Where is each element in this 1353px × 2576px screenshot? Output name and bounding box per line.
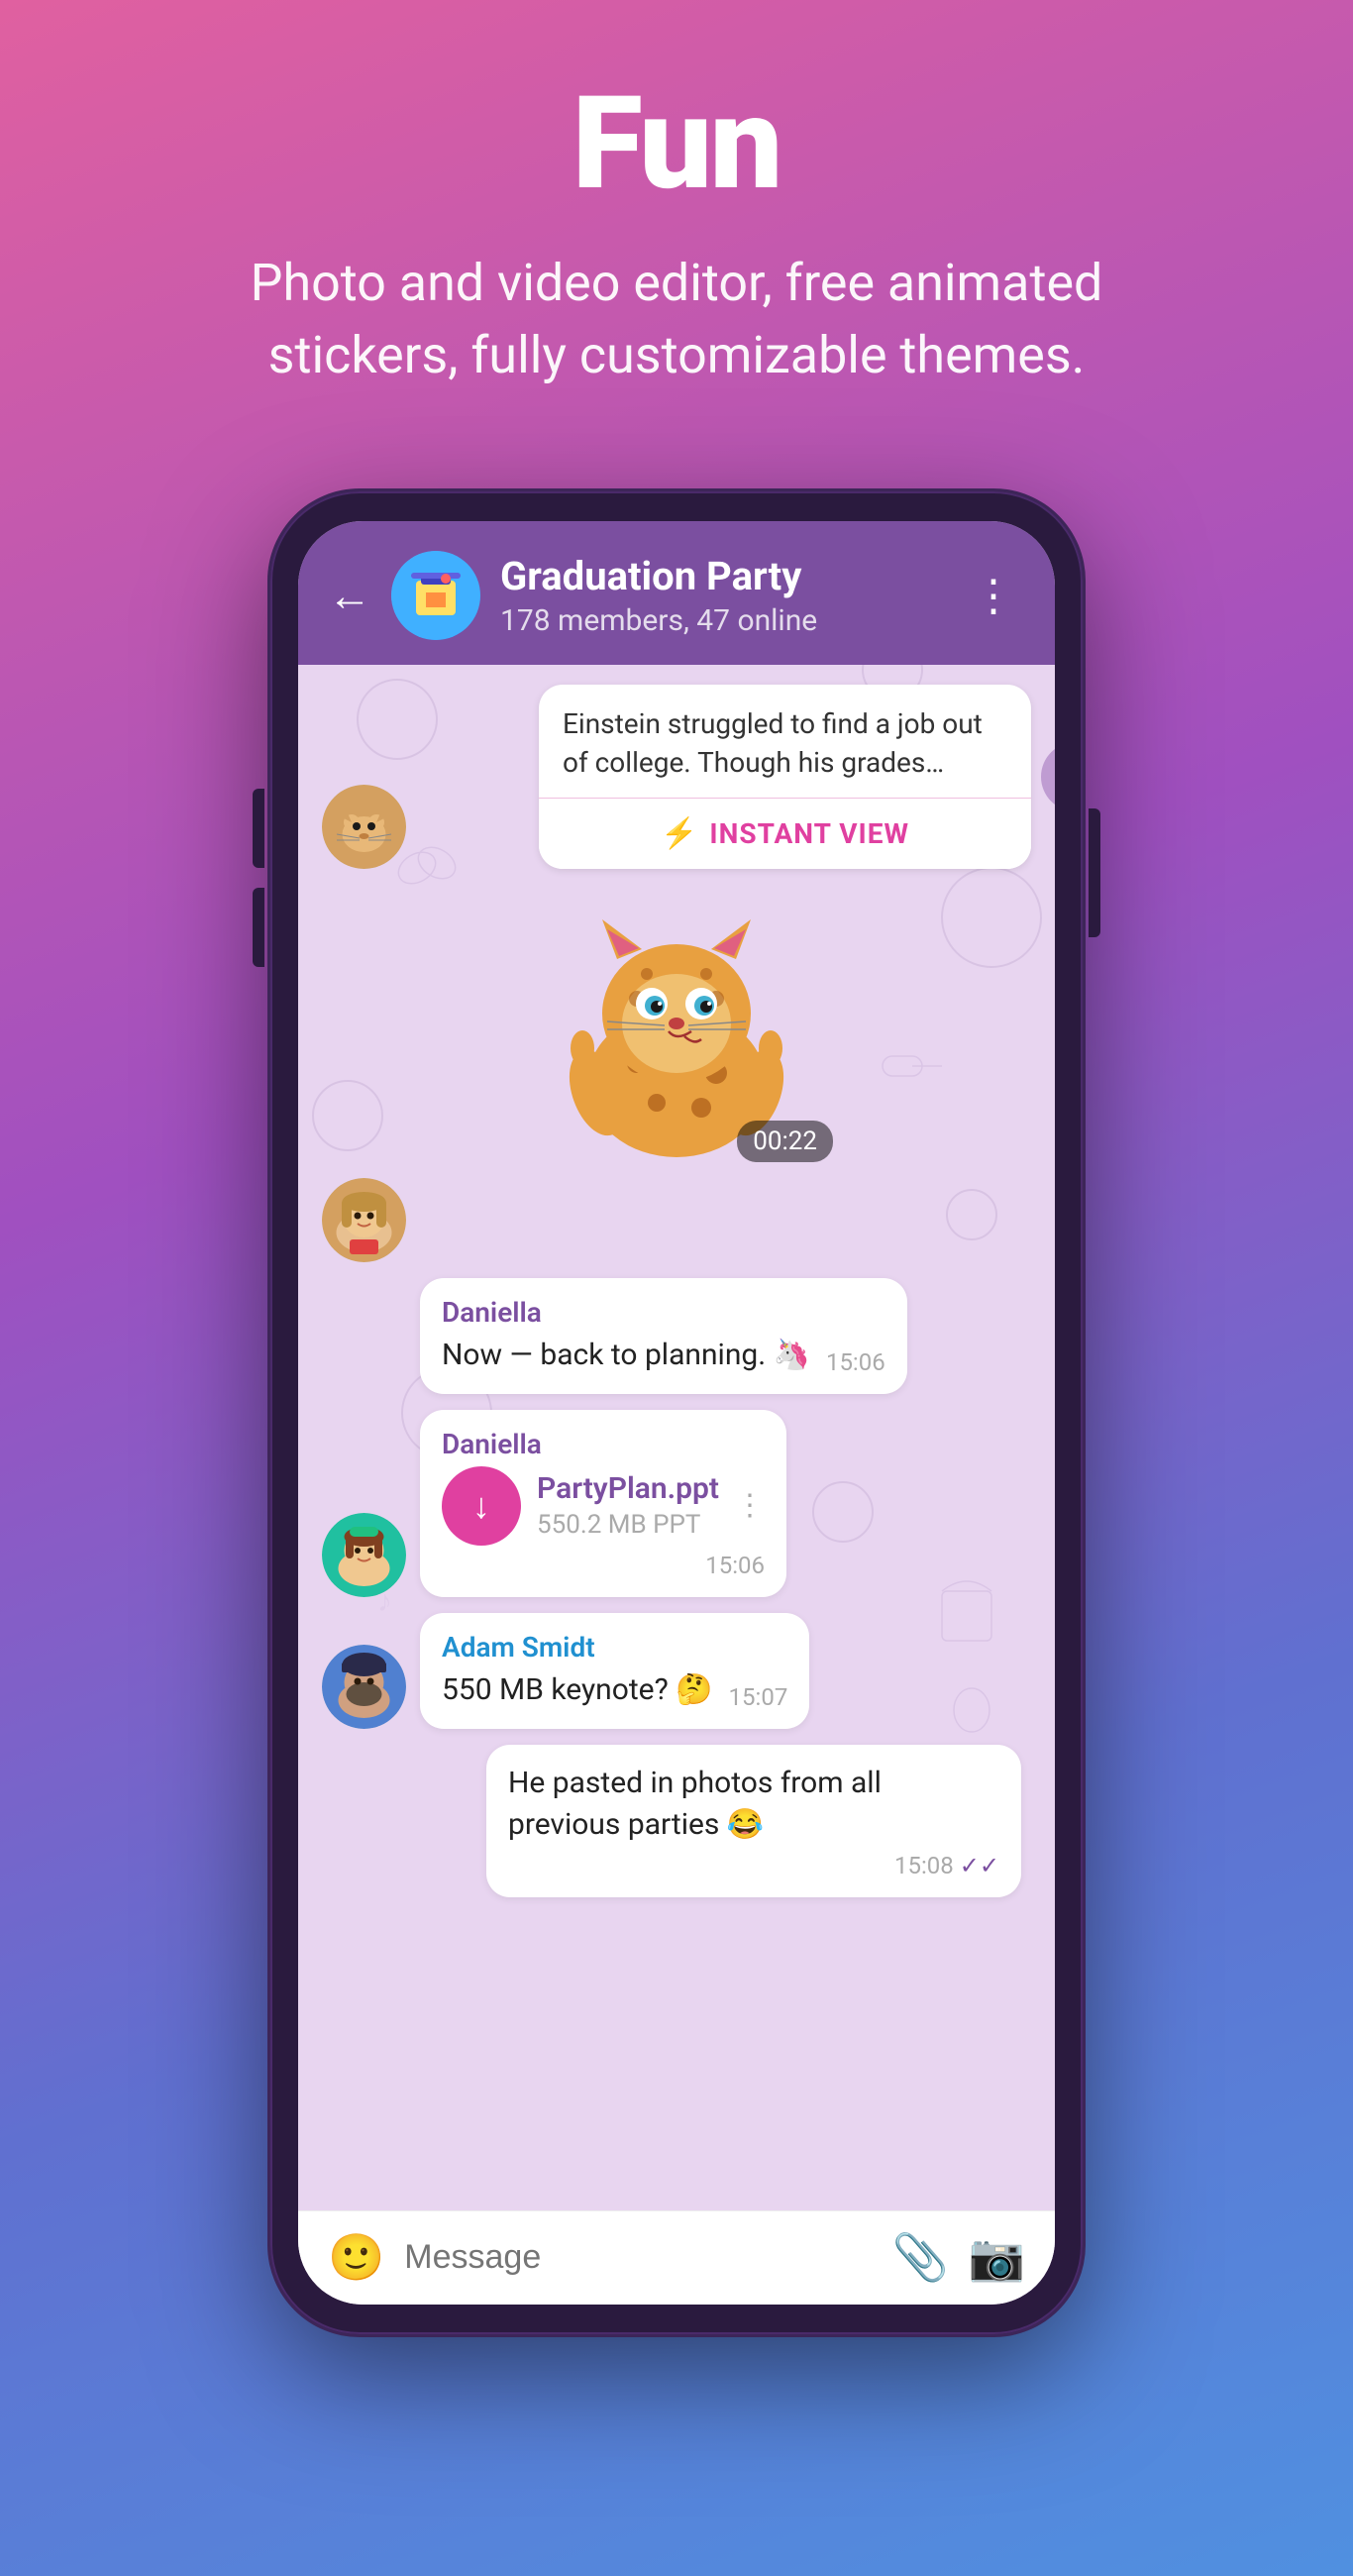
msg-text-adam: 550 MB keynote? 🤔	[442, 1669, 713, 1711]
header-section: Fun Photo and video editor, free animate…	[0, 0, 1353, 432]
instant-view-label: INSTANT VIEW	[709, 817, 909, 850]
chat-header: ← Graduation Party 178 members, 47 onlin	[298, 521, 1055, 665]
adam-msg-content: 550 MB keynote? 🤔 15:07	[442, 1669, 787, 1711]
page-subtitle: Photo and video editor, free animated st…	[231, 248, 1122, 392]
chat-input-bar: 🙂 📎 📷	[298, 2210, 1055, 2305]
file-more-button[interactable]: ⋮	[735, 1488, 765, 1523]
adam-msg-row: Adam Smidt 550 MB keynote? 🤔 15:07	[322, 1613, 1031, 1729]
out-time: 15:08	[894, 1852, 954, 1879]
phone-screen: ♪ ♫ ←	[298, 521, 1055, 2305]
file-download-icon[interactable]: ↓	[442, 1466, 521, 1546]
article-preview-text: Einstein struggled to find a job out of …	[539, 685, 1031, 798]
chat-messages: Einstein struggled to find a job out of …	[298, 665, 1055, 1917]
out-time-row: 15:08 ✓✓	[508, 1852, 999, 1879]
group-avatar-img	[391, 551, 480, 640]
outgoing-message: He pasted in photos from all previous pa…	[486, 1745, 1021, 1897]
instant-view-button[interactable]: ⚡ INSTANT VIEW	[539, 798, 1031, 869]
page-title: Fun	[40, 79, 1313, 208]
camera-button[interactable]: 📷	[969, 2231, 1025, 2285]
msg-text-out: He pasted in photos from all previous pa…	[508, 1763, 999, 1846]
group-meta: 178 members, 47 online	[500, 603, 942, 638]
article-message-row: Einstein struggled to find a job out of …	[322, 685, 1031, 869]
emoji-button[interactable]: 🙂	[328, 2231, 384, 2285]
sticker-spacer	[420, 1252, 1031, 1262]
outgoing-content: He pasted in photos from all previous pa…	[508, 1763, 999, 1846]
group-name: Graduation Party	[500, 553, 942, 599]
msg-text-daniella: Now — back to planning. 🦄	[442, 1335, 810, 1376]
msg-content: Now — back to planning. 🦄 15:06	[442, 1335, 885, 1376]
group-info: Graduation Party 178 members, 47 online	[500, 553, 942, 638]
file-sender: Daniella	[442, 1428, 765, 1460]
lightning-icon: ⚡	[661, 816, 697, 851]
msg-time-daniella: 15:06	[826, 1348, 885, 1376]
file-time-row: 15:06	[442, 1552, 765, 1579]
msg-sender-daniella: Daniella	[442, 1296, 885, 1329]
forward-button[interactable]: ↪	[1041, 742, 1055, 811]
user-avatar-blonde	[322, 1178, 406, 1262]
file-info: PartyPlan.ppt 550.2 MB PPT	[537, 1471, 719, 1540]
file-name: PartyPlan.ppt	[537, 1471, 719, 1506]
file-msg-row: Daniella ↓ PartyPlan.ppt 550.2 MB PPT ⋮ …	[322, 1410, 1031, 1597]
user-avatar-adam	[322, 1645, 406, 1729]
adam-avatar	[322, 1645, 406, 1729]
phone-wrapper: ♪ ♫ ←	[270, 491, 1083, 2334]
phone-frame: ♪ ♫ ←	[270, 491, 1083, 2334]
message-input[interactable]	[404, 2238, 872, 2277]
article-bubble: Einstein struggled to find a job out of …	[539, 685, 1031, 869]
file-size: 550.2 MB PPT	[537, 1510, 719, 1540]
sticker-message: 00:22	[322, 885, 1031, 1182]
group-avatar	[391, 551, 480, 640]
user-avatar-cat	[322, 785, 406, 869]
user-avatar-daniella	[322, 1513, 406, 1597]
file-time: 15:06	[705, 1552, 765, 1579]
msg-sender-adam: Adam Smidt	[442, 1631, 787, 1664]
daniella-msg-row: Daniella Now — back to planning. 🦄 15:06	[322, 1278, 1031, 1394]
file-message: Daniella ↓ PartyPlan.ppt 550.2 MB PPT ⋮ …	[420, 1410, 786, 1597]
sticker-timer: 00:22	[737, 1121, 833, 1162]
blonde-avatar	[322, 1178, 406, 1262]
sticker-avatar-row	[322, 1178, 1031, 1262]
daniella-message: Daniella Now — back to planning. 🦄 15:06	[420, 1278, 907, 1394]
msg-time-adam: 15:07	[729, 1683, 788, 1711]
read-receipts: ✓✓	[960, 1852, 999, 1879]
daniella-avatar	[322, 1513, 406, 1597]
cat-avatar-img	[322, 785, 406, 869]
attach-button[interactable]: 📎	[891, 2231, 948, 2285]
file-header: ↓ PartyPlan.ppt 550.2 MB PPT ⋮	[442, 1466, 765, 1546]
back-button[interactable]: ←	[328, 570, 371, 621]
outgoing-msg-row: He pasted in photos from all previous pa…	[322, 1745, 1021, 1897]
more-button[interactable]: ⋮	[962, 560, 1025, 631]
adam-message: Adam Smidt 550 MB keynote? 🤔 15:07	[420, 1613, 809, 1729]
